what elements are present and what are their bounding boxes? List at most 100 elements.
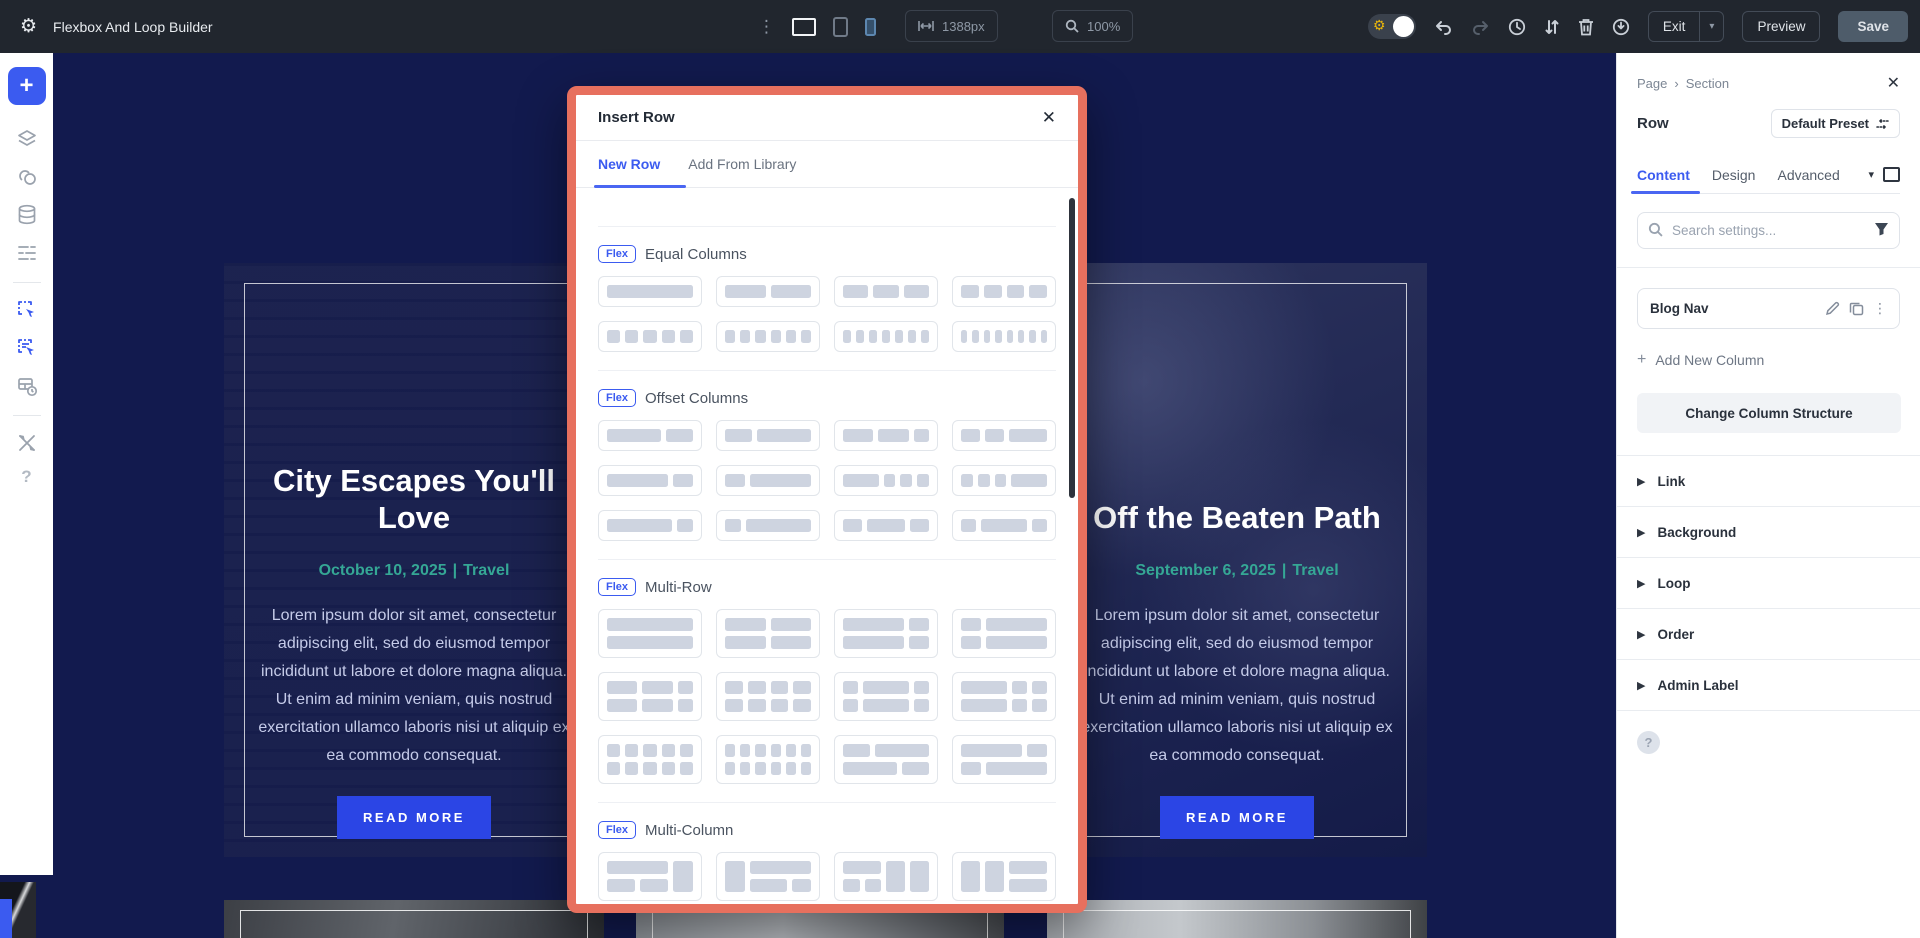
change-column-structure-button[interactable]: Change Column Structure [1637,393,1901,433]
row-layout-card[interactable] [952,510,1056,541]
row-layout-card[interactable] [834,609,938,658]
search-settings-input[interactable] [1637,212,1900,249]
row-layout-card[interactable] [598,420,702,451]
theme-toggle[interactable]: ⚙ [1368,14,1416,39]
row-layout-card[interactable] [716,276,820,307]
row-layout-card[interactable] [834,672,938,721]
tab-add-from-library[interactable]: Add From Library [688,141,796,187]
help-icon[interactable]: ? [21,467,31,487]
row-layout-card[interactable] [952,672,1056,721]
post-category[interactable]: Travel [463,562,509,579]
zoom-control[interactable]: 100% [1052,10,1133,42]
database-icon[interactable] [9,197,45,233]
breadcrumb-page[interactable]: Page [1637,76,1667,91]
column-item-blog-nav[interactable]: Blog Nav ⋮ [1637,288,1900,329]
accordion-link[interactable]: ▶Link [1617,456,1920,507]
history-clock-button[interactable] [1508,18,1526,36]
add-new-button[interactable]: + [8,67,46,105]
row-layout-card[interactable] [834,735,938,784]
select-module-icon[interactable] [9,292,45,328]
row-layout-card[interactable] [716,321,820,352]
redo-button[interactable] [1471,19,1490,35]
row-layout-card[interactable] [952,465,1056,496]
row-layout-card[interactable] [598,321,702,352]
default-preset-button[interactable]: Default Preset [1771,109,1900,138]
portability-button[interactable] [1612,18,1630,36]
blog-post-card[interactable]: Off the Beaten Path September 6, 2025|Tr… [1047,263,1427,857]
exit-caret-button[interactable]: ▾ [1699,12,1723,41]
undo-button[interactable] [1434,19,1453,35]
row-layout-card[interactable] [716,672,820,721]
row-layout-card[interactable] [952,321,1056,352]
accordion-admin-label[interactable]: ▶Admin Label [1617,660,1920,711]
exit-button[interactable]: Exit [1649,12,1700,41]
page-settings-icon[interactable] [9,235,45,271]
row-layout-card[interactable] [952,609,1056,658]
row-layout-card[interactable] [834,852,938,901]
modal-close-icon[interactable]: ✕ [1042,108,1056,128]
more-options-button[interactable]: ⋮ [758,17,775,37]
row-layout-card[interactable] [598,276,702,307]
tab-new-row[interactable]: New Row [598,141,660,187]
row-layout-card[interactable] [834,420,938,451]
trash-button[interactable] [1578,18,1594,36]
accordion-order[interactable]: ▶Order [1617,609,1920,660]
modal-scrollbar[interactable] [1069,198,1075,498]
row-layout-card[interactable] [834,465,938,496]
row-layout-card[interactable] [598,609,702,658]
row-layout-card[interactable] [834,510,938,541]
next-row-image[interactable] [1047,900,1427,938]
accordion-background[interactable]: ▶Background [1617,507,1920,558]
duplicate-icon[interactable] [1849,301,1864,316]
tools-icon[interactable] [9,425,45,461]
design-presets-icon[interactable] [9,159,45,195]
filter-icon[interactable] [1874,222,1889,236]
row-layout-card[interactable] [834,276,938,307]
preview-button[interactable]: Preview [1742,11,1820,42]
row-layout-card[interactable] [834,321,938,352]
settings-gear-button[interactable]: ⚙ [20,17,37,36]
row-layout-card[interactable] [952,276,1056,307]
row-layout-card[interactable] [952,735,1056,784]
device-desktop-button[interactable] [792,18,816,36]
panel-help-button[interactable]: ? [1637,731,1660,754]
row-layout-card[interactable] [598,510,702,541]
post-category[interactable]: Travel [1292,562,1338,579]
row-layout-card[interactable] [952,420,1056,451]
panel-close-icon[interactable]: ✕ [1887,73,1900,93]
canvas-width-control[interactable]: 1388px [905,10,998,42]
next-row-image[interactable] [224,900,604,938]
row-layout-card[interactable] [598,672,702,721]
save-button[interactable]: Save [1838,11,1908,42]
tab-advanced[interactable]: Advanced [1777,156,1839,193]
blog-post-card[interactable]: City Escapes You'll Love October 10, 202… [224,263,604,857]
accordion-loop[interactable]: ▶Loop [1617,558,1920,609]
module-history-icon[interactable] [9,368,45,404]
read-more-button[interactable]: READ MORE [1160,796,1314,839]
row-layout-card[interactable] [598,465,702,496]
row-layout-card[interactable] [716,609,820,658]
tab-design[interactable]: Design [1712,156,1756,193]
row-layout-card[interactable] [716,420,820,451]
tab-content[interactable]: Content [1637,156,1690,193]
desktop-view-icon[interactable] [1883,167,1900,182]
row-layout-card[interactable] [716,852,820,901]
sort-arrows-button[interactable] [1544,18,1560,36]
row-layout-card[interactable] [952,852,1056,901]
more-dots-icon[interactable]: ⋮ [1873,300,1887,317]
tabs-caret-icon[interactable]: ▾ [1868,168,1874,181]
edit-pencil-icon[interactable] [1825,301,1840,316]
row-layout-card[interactable] [716,735,820,784]
device-phone-button[interactable] [865,18,876,36]
layers-icon[interactable] [9,121,45,157]
row-layout-card[interactable] [598,735,702,784]
select-row-icon[interactable] [9,330,45,366]
row-layout-card[interactable] [716,465,820,496]
add-new-column-button[interactable]: + Add New Column [1637,351,1900,369]
breadcrumb-section[interactable]: Section [1686,76,1729,91]
read-more-button[interactable]: READ MORE [337,796,491,839]
column-block [607,744,620,757]
row-layout-card[interactable] [598,852,702,901]
row-layout-card[interactable] [716,510,820,541]
device-tablet-button[interactable] [833,17,848,37]
